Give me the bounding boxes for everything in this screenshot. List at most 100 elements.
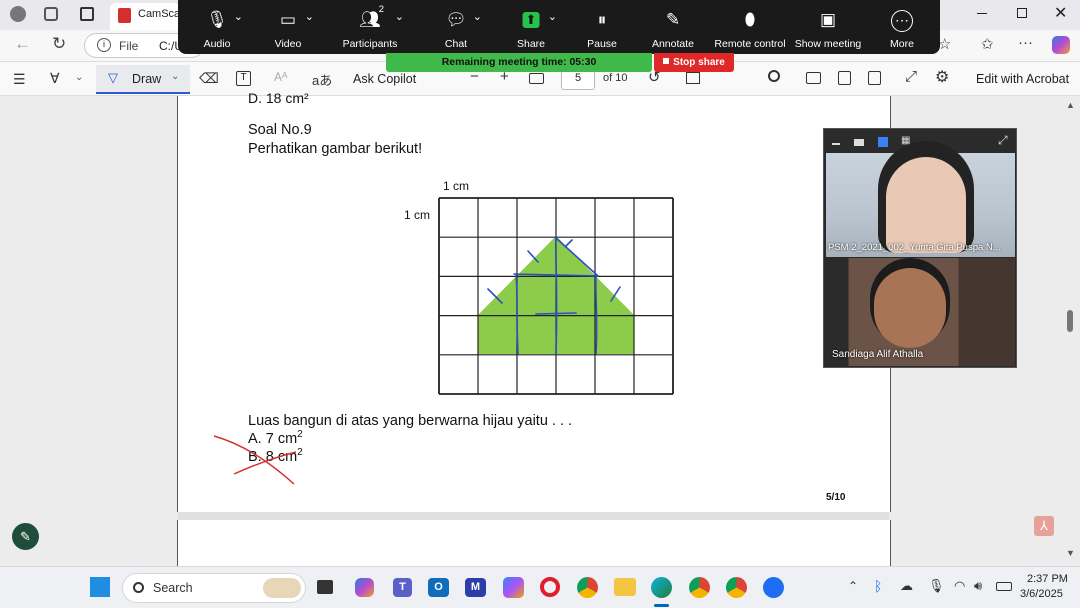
scroll-up-icon[interactable]: ▲ — [1066, 100, 1075, 110]
search-pdf-icon[interactable] — [768, 70, 780, 82]
cloud-icon[interactable]: ☁ — [900, 578, 913, 594]
print-icon[interactable] — [806, 72, 821, 84]
draw-button[interactable]: ▽ Draw ⌄ — [96, 65, 190, 94]
minimize-video-icon[interactable] — [832, 143, 840, 145]
minimize-icon[interactable] — [977, 13, 987, 14]
ask-copilot-button[interactable]: Ask Copilot — [353, 72, 416, 86]
zoom-meeting-toolbar: 🎙︎ Audio ⌄ ▭ Video ⌄ 👥︎ Participants 2 ⌄ 💬︎ Chat ⌄ ⬆ S… — [178, 0, 940, 54]
text-format-icon[interactable]: Aᴬ — [274, 70, 287, 84]
favorite-star-icon[interactable]: ☆ — [938, 35, 951, 53]
zoom-pause-button[interactable]: ⏸︎ Pause — [572, 0, 632, 54]
tab-actions-icon[interactable] — [80, 7, 94, 21]
info-icon: i — [97, 38, 111, 52]
cross-annotation — [213, 435, 297, 485]
scrollbar-thumb[interactable] — [1067, 310, 1073, 332]
stop-share-button[interactable]: Stop share — [654, 53, 734, 72]
opera-icon[interactable] — [540, 577, 560, 597]
participant-video-2[interactable]: Sandiaga Alif Athalla — [826, 258, 1015, 366]
chrome-profile-y-icon[interactable] — [689, 577, 710, 598]
zoom-participants-button[interactable]: 👥︎ Participants 2 ⌄ — [330, 0, 410, 54]
eraser-icon[interactable]: ⌫ — [199, 70, 219, 87]
zoom-button-label: Chat — [444, 38, 468, 50]
powerautomate-icon[interactable]: M — [465, 578, 486, 597]
save-as-icon[interactable] — [868, 71, 881, 85]
pdf-next-page — [177, 520, 891, 566]
chevron-down-icon[interactable]: ⌄ — [395, 10, 404, 23]
clock-time[interactable]: 2:37 PM — [1027, 573, 1068, 585]
browser-tab[interactable]: CamScan — [110, 3, 186, 30]
pdf-settings-icon[interactable]: ⚙ — [935, 67, 949, 87]
zoom-share-button[interactable]: ⬆ Share ⌄ — [501, 0, 561, 54]
zoom-button-label: Audio — [203, 38, 231, 50]
chat-icon: 💬︎ — [445, 10, 467, 29]
scroll-down-icon[interactable]: ▼ — [1066, 548, 1075, 558]
participants-icon: 👥︎ — [359, 10, 381, 29]
taskview-icon[interactable] — [317, 580, 333, 594]
wifi-icon[interactable]: ◠ — [954, 578, 965, 594]
meeting-timer: Remaining meeting time: 05:30 — [386, 53, 652, 72]
gallery-grid-icon[interactable]: ▦ — [901, 135, 910, 146]
gallery-strip-icon[interactable] — [878, 137, 888, 147]
acrobat-icon[interactable]: ⅄ — [1034, 516, 1054, 536]
edit-with-acrobat-button[interactable]: Edit with Acrobat — [976, 72, 1069, 86]
zoom-audio-button[interactable]: 🎙︎ Audio ⌄ — [187, 0, 247, 54]
chrome-icon[interactable] — [577, 577, 598, 598]
scrollbar-track[interactable]: ▲ ▼ — [1064, 100, 1076, 562]
battery-icon[interactable] — [996, 582, 1012, 591]
expand-video-icon[interactable]: ⤢ — [998, 133, 1008, 148]
edge-icon[interactable] — [651, 577, 672, 598]
speaker-view-icon[interactable] — [854, 139, 864, 146]
highlight-dropdown-icon[interactable]: ⌄ — [75, 72, 83, 83]
chevron-down-icon[interactable]: ⌄ — [305, 10, 314, 23]
zoom-annotate-button[interactable]: ✎ Annotate — [641, 0, 705, 54]
settings-more-icon[interactable]: ··· — [1018, 34, 1033, 51]
zoom-button-label: Video — [274, 38, 302, 50]
bluetooth-icon[interactable]: ᛒ — [874, 578, 882, 594]
annotate-float-button[interactable]: ✎ — [12, 523, 39, 550]
chrome-profile-k-icon[interactable] — [726, 577, 747, 598]
highlight-icon[interactable]: ∀ — [50, 70, 60, 87]
participant-2-avatar — [874, 268, 946, 348]
refresh-icon[interactable]: ↻ — [52, 34, 66, 54]
save-icon[interactable] — [838, 71, 851, 85]
back-icon[interactable]: ← — [14, 34, 31, 54]
participant-video-1[interactable]: PSM 2_2021_002_Yurita Gita Puspa N... — [826, 153, 1015, 257]
file-explorer-icon[interactable] — [614, 578, 636, 596]
zoom-app-icon[interactable] — [763, 577, 784, 598]
taskbar-search[interactable]: Search — [122, 573, 306, 603]
contents-icon[interactable]: ☰ — [13, 71, 26, 88]
zoom-video-button[interactable]: ▭ Video ⌄ — [258, 0, 318, 54]
zoom-show-meeting-button[interactable]: ▣ Show meeting — [790, 0, 866, 54]
chevron-down-icon[interactable]: ⌄ — [234, 10, 243, 23]
grid-figure — [438, 197, 674, 395]
collections-icon[interactable] — [44, 7, 58, 21]
store-icon[interactable] — [503, 577, 524, 598]
page-view-icon[interactable] — [686, 72, 700, 84]
fullscreen-icon[interactable]: ⤢ — [905, 68, 917, 85]
zoom-more-button[interactable]: ⋯ More — [874, 0, 930, 54]
microphone-tray-icon[interactable]: 🎙︎ — [928, 578, 945, 594]
page-gap — [178, 512, 889, 520]
start-windows-icon[interactable] — [90, 577, 110, 597]
favorites-icon[interactable]: ✩ — [981, 35, 994, 53]
zoom-remote-control-button[interactable]: ⬮ Remote control — [710, 0, 790, 54]
outlook-icon[interactable]: O — [428, 578, 449, 597]
copilot-icon[interactable] — [1052, 36, 1070, 54]
text-box-icon[interactable]: T — [236, 71, 251, 86]
zoom-chat-button[interactable]: 💬︎ Chat ⌄ — [426, 0, 486, 54]
teams-icon[interactable]: T — [393, 578, 412, 597]
read-aloud-icon[interactable]: aあ — [312, 70, 332, 89]
tray-chevron-icon[interactable]: ⌃ — [848, 579, 858, 593]
clock-date[interactable]: 3/6/2025 — [1020, 588, 1063, 600]
chevron-down-icon[interactable]: ⌄ — [548, 10, 557, 23]
page-number-label: 5/10 — [826, 492, 846, 503]
chevron-down-icon[interactable]: ⌄ — [473, 10, 482, 23]
restore-icon[interactable] — [1017, 8, 1027, 18]
copilot-app-icon[interactable] — [355, 578, 374, 597]
close-window-icon[interactable]: ✕ — [1054, 3, 1067, 23]
volume-icon[interactable]: 🔊︎ — [974, 578, 982, 594]
windows-taskbar: Search T O M ⌃ ᛒ ☁ 🎙︎ ◠ 🔊︎ 2:37 PM 3/6/2… — [0, 566, 1080, 608]
search-label: Search — [153, 581, 193, 595]
fit-page-icon[interactable] — [529, 73, 544, 84]
profile-icon[interactable] — [10, 6, 26, 22]
